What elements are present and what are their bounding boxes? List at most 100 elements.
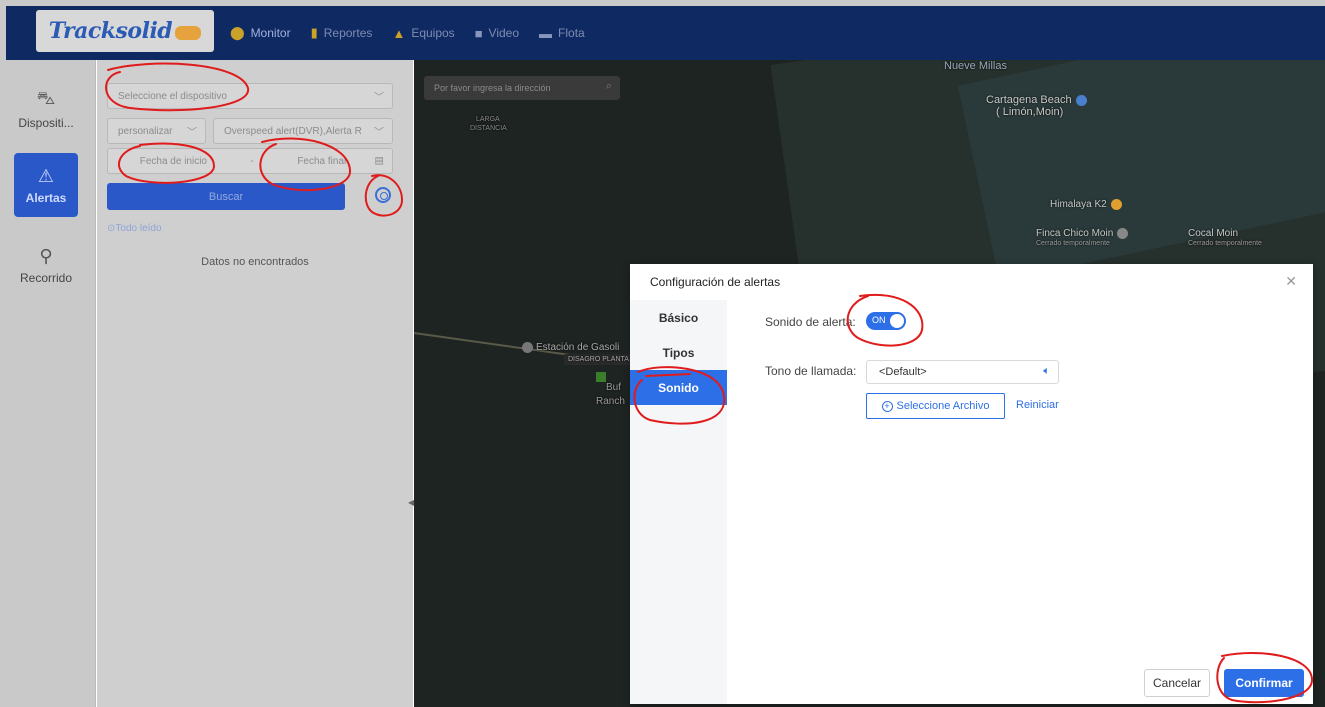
map-label-note: Cerrado temporalmente <box>1036 240 1110 247</box>
map-search-placeholder: Por favor ingresa la dirección <box>434 83 551 93</box>
map-label: Ranch <box>596 396 625 407</box>
search-icon[interactable]: ⌕ <box>606 80 612 93</box>
start-date-input[interactable]: Fecha de inicio <box>140 156 207 167</box>
fleet-icon: ▬ <box>539 25 553 41</box>
tab-basico[interactable]: Básico <box>630 300 727 335</box>
select-file-button[interactable]: + Seleccione Archivo <box>866 393 1005 419</box>
top-nav: Tracksolid ⬤ Monitor ▮ Reportes ▲ Equipo… <box>6 6 1325 60</box>
device-select-placeholder: Seleccione el dispositivo <box>118 90 227 102</box>
car-icon: ▲ <box>392 25 406 41</box>
map-search-input[interactable]: Por favor ingresa la dirección ⌕ <box>424 76 620 100</box>
map-label-text: Estación de Gasoli <box>536 342 620 354</box>
brand-logo[interactable]: Tracksolid <box>36 10 214 52</box>
alert-type-value: Overspeed alert(DVR),Alerta R <box>224 125 362 137</box>
sidebar-item-label: Alertas <box>25 190 67 205</box>
mode-select-value: personalizar <box>118 125 173 137</box>
speaker-icon[interactable]: 🔈︎ <box>1043 365 1050 378</box>
map-label: Cocal Moin <box>1188 228 1239 239</box>
video-icon: ■ <box>474 25 483 41</box>
mode-select[interactable]: personalizar ﹀ <box>107 118 206 144</box>
map-label: Buf <box>606 382 622 393</box>
ringtone-value: <Default> <box>879 366 927 378</box>
mark-all-read-link[interactable]: ⊙Todo leído <box>107 223 162 234</box>
sidebar-item-alerts[interactable]: ⚠ Alertas <box>14 153 78 217</box>
logo-text: Tracksolid <box>48 18 173 44</box>
close-icon[interactable]: ✕ <box>1285 273 1297 290</box>
map-label: Finca Chico Moin <box>1036 228 1129 240</box>
logo-badge-icon <box>175 26 202 40</box>
nav-video[interactable]: ■ Video <box>475 26 519 41</box>
collapse-panel-arrow-icon[interactable]: ◀ <box>408 498 414 514</box>
map-label: LARGA <box>476 116 500 123</box>
alert-settings-dialog: Configuración de alertas ✕ Básico Tipos … <box>630 264 1313 704</box>
map-label: DISAGRO PLANTA <box>564 354 633 365</box>
sound-alert-toggle[interactable]: ON <box>866 312 906 330</box>
tab-tipos[interactable]: Tipos <box>630 335 727 370</box>
map-label-note: Cerrado temporalmente <box>1188 240 1262 247</box>
map-label: Cartagena Beach <box>986 94 1087 106</box>
map-label: DISTANCIA <box>470 125 507 132</box>
sidebar-item-label: Recorrido <box>19 271 73 285</box>
plus-circle-icon: + <box>881 400 893 412</box>
nav-label: Flota <box>558 26 585 40</box>
map-label: ( Limón,Moin) <box>996 106 1064 118</box>
location-pin-icon: ⚲ <box>39 246 53 266</box>
map-label-text: Cartagena Beach <box>986 94 1072 106</box>
sidebar-item-label: Dispositi... <box>18 116 74 130</box>
end-date-input[interactable]: Fecha final <box>297 156 346 167</box>
mark-all-read-label: Todo leído <box>115 223 162 234</box>
calendar-icon: ▤ <box>374 155 384 167</box>
ringtone-label: Tono de llamada: <box>765 364 857 378</box>
confirm-button[interactable]: Confirmar <box>1224 669 1304 697</box>
main-nav: ⬤ Monitor ▮ Reportes ▲ Equipos ■ Video ▬… <box>230 6 585 60</box>
map-pin-icon: ⬤ <box>230 25 245 40</box>
tab-sonido[interactable]: Sonido <box>630 370 727 405</box>
select-file-label: Seleccione Archivo <box>896 400 990 412</box>
cancel-button[interactable]: Cancelar <box>1144 669 1210 697</box>
dialog-title: Configuración de alertas <box>650 275 781 289</box>
map-label: Himalaya K2 <box>1050 199 1122 210</box>
toggle-knob <box>890 314 904 328</box>
chevron-down-icon: ﹀ <box>374 92 384 104</box>
nav-reportes[interactable]: ▮ Reportes <box>311 25 373 41</box>
nav-monitor[interactable]: ⬤ Monitor <box>230 25 291 41</box>
car-icon: ⛍ <box>36 88 56 108</box>
device-select[interactable]: Seleccione el dispositivo ﹀ <box>107 83 393 109</box>
ringtone-select[interactable]: <Default> 🔈︎ <box>866 360 1059 384</box>
gas-station-pin-icon <box>522 342 533 353</box>
toggle-state: ON <box>872 315 886 325</box>
nav-label: Reportes <box>323 26 373 40</box>
nav-equipos[interactable]: ▲ Equipos <box>392 26 454 41</box>
place-pin-icon <box>1117 228 1129 239</box>
sidebar-item-devices[interactable]: ⛍ Dispositi... <box>0 88 92 130</box>
gear-icon[interactable] <box>375 187 391 203</box>
nav-label: Equipos <box>411 26 455 40</box>
beach-pin-icon <box>1075 94 1087 106</box>
nav-label: Monitor <box>250 26 291 40</box>
nav-flota[interactable]: ▬ Flota <box>539 26 585 41</box>
reset-link[interactable]: Reiniciar <box>1016 399 1059 411</box>
map-label: Nueve Millas <box>944 60 1007 72</box>
empty-state-text: Datos no encontrados <box>201 256 309 268</box>
date-separator: - <box>250 155 254 167</box>
alerts-panel: Seleccione el dispositivo ﹀ personalizar… <box>97 60 413 707</box>
date-range-picker[interactable]: Fecha de inicio - Fecha final ▤ <box>107 148 393 174</box>
dialog-header: Configuración de alertas ✕ <box>630 264 1313 300</box>
bell-icon: ⚠ <box>37 165 55 186</box>
chevron-down-icon: ﹀ <box>374 127 384 139</box>
alert-type-select[interactable]: Overspeed alert(DVR),Alerta R ﹀ <box>213 118 393 144</box>
map-label-text: Finca Chico Moin <box>1036 228 1114 240</box>
map-label: Estación de Gasoli <box>518 342 619 353</box>
restaurant-pin-icon <box>1110 199 1122 210</box>
sidebar-item-route[interactable]: ⚲ Recorrido <box>0 246 92 285</box>
nav-label: Video <box>488 26 520 40</box>
left-icon-bar: ⛍ Dispositi... ⚠ Alertas ⚲ Recorrido <box>0 60 96 707</box>
search-button[interactable]: Buscar <box>107 183 345 210</box>
green-marker-icon <box>596 372 606 382</box>
chevron-down-icon: ﹀ <box>187 127 197 139</box>
dialog-tabs: Básico Tipos Sonido <box>630 300 727 704</box>
bar-chart-icon: ▮ <box>310 25 318 40</box>
sound-alert-label: Sonido de alerta: <box>765 315 856 329</box>
map-label-text: Himalaya K2 <box>1050 199 1107 211</box>
top-bar: Tracksolid ⬤ Monitor ▮ Reportes ▲ Equipo… <box>0 0 1325 60</box>
